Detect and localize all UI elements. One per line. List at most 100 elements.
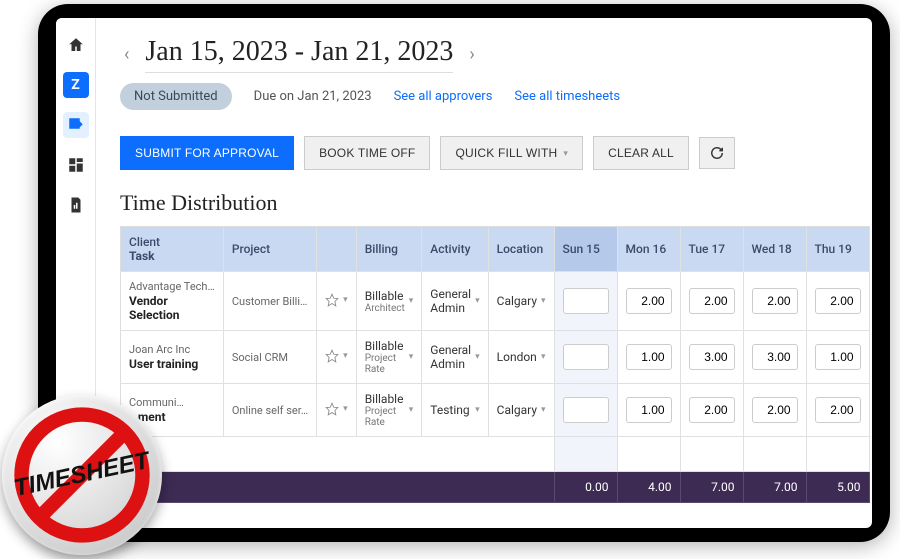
add-row-label: w xyxy=(121,437,555,472)
col-project[interactable]: Project xyxy=(223,227,316,272)
billing-dropdown[interactable]: Billable Project Rate ▾ xyxy=(365,339,414,375)
col-thu[interactable]: Thu 19 xyxy=(806,227,869,272)
total-wed: 7.00 xyxy=(743,472,806,503)
location-dropdown[interactable]: Calgary ▾ xyxy=(497,294,546,308)
hours-input-sun[interactable] xyxy=(563,344,609,370)
location-label: Calgary xyxy=(497,294,537,308)
col-sun[interactable]: Sun 15 xyxy=(554,227,617,272)
task-name: User training xyxy=(129,357,215,371)
activity-label: General Admin xyxy=(430,287,471,315)
hours-input-wed[interactable] xyxy=(752,288,798,314)
project-cell[interactable]: Customer Billi… xyxy=(223,272,316,331)
hours-input-mon[interactable] xyxy=(626,397,672,423)
client-task-cell[interactable]: Advantage Tech… Vendor Selection xyxy=(121,272,224,331)
total-thu: 5.00 xyxy=(806,472,869,503)
quick-fill-label: QUICK FILL WITH xyxy=(455,146,557,160)
activity-label: Testing xyxy=(430,403,469,417)
screen: Z ‹ Jan 15, 2023 - Jan 21, 2023 › Not Su… xyxy=(56,18,872,528)
project-cell[interactable]: Social CRM xyxy=(223,331,316,384)
chevron-down-icon: ▾ xyxy=(343,404,348,414)
col-client-label: Client xyxy=(129,235,215,249)
hours-input-wed[interactable] xyxy=(752,344,798,370)
hours-input-sun[interactable] xyxy=(563,397,609,423)
submit-button[interactable]: SUBMIT FOR APPROVAL xyxy=(120,136,294,170)
total-sun: 0.00 xyxy=(554,472,617,503)
book-time-off-button[interactable]: BOOK TIME OFF xyxy=(304,136,430,170)
time-grid: Client Task Project Billing Activity Loc… xyxy=(120,226,870,503)
star-icon xyxy=(325,293,339,307)
refresh-icon xyxy=(710,146,724,160)
favorite-toggle[interactable]: ▾ xyxy=(325,293,348,307)
col-star xyxy=(317,227,357,272)
col-wed[interactable]: Wed 18 xyxy=(743,227,806,272)
col-activity[interactable]: Activity xyxy=(422,227,488,272)
chevron-down-icon: ▾ xyxy=(343,351,348,361)
add-row-link[interactable]: w xyxy=(121,437,870,472)
hours-input-sun[interactable] xyxy=(563,288,609,314)
report-icon[interactable] xyxy=(63,192,89,218)
project-cell[interactable]: Online self ser… xyxy=(223,384,316,437)
client-name: Joan Arc Inc xyxy=(129,343,215,356)
task-name: Vendor Selection xyxy=(129,294,215,322)
col-billing[interactable]: Billing xyxy=(356,227,422,272)
next-week-button[interactable]: › xyxy=(465,40,478,69)
col-mon[interactable]: Mon 16 xyxy=(617,227,680,272)
hours-input-tue[interactable] xyxy=(689,288,735,314)
table-row: Joan Arc Inc User training Social CRM ▾ … xyxy=(121,331,870,384)
col-client-task[interactable]: Client Task xyxy=(121,227,224,272)
favorite-toggle[interactable]: ▾ xyxy=(325,349,348,363)
billing-dropdown[interactable]: Billable Architect ▾ xyxy=(365,289,414,314)
billing-sublabel: Project Rate xyxy=(365,406,405,428)
location-dropdown[interactable]: Calgary ▾ xyxy=(497,403,546,417)
see-approvers-link[interactable]: See all approvers xyxy=(394,89,493,104)
chevron-down-icon: ▾ xyxy=(541,405,546,415)
chevron-down-icon: ▾ xyxy=(541,296,546,306)
header-row: Client Task Project Billing Activity Loc… xyxy=(121,227,870,272)
location-label: London xyxy=(497,350,537,364)
timesheet-icon[interactable] xyxy=(63,112,89,138)
home-icon[interactable] xyxy=(63,32,89,58)
activity-dropdown[interactable]: Testing ▾ xyxy=(430,403,479,417)
activity-dropdown[interactable]: General Admin ▾ xyxy=(430,287,479,315)
tablet-frame: Z ‹ Jan 15, 2023 - Jan 21, 2023 › Not Su… xyxy=(38,4,890,542)
chevron-down-icon: ▾ xyxy=(409,405,414,415)
hours-input-tue[interactable] xyxy=(689,397,735,423)
prev-week-button[interactable]: ‹ xyxy=(120,40,133,69)
col-tue[interactable]: Tue 17 xyxy=(680,227,743,272)
hours-input-thu[interactable] xyxy=(815,288,861,314)
client-name: Advantage Tech… xyxy=(129,280,215,293)
total-tue: 7.00 xyxy=(680,472,743,503)
hours-input-tue[interactable] xyxy=(689,344,735,370)
star-icon xyxy=(325,402,339,416)
total-mon: 4.00 xyxy=(617,472,680,503)
no-timesheet-badge: TIMESHEET xyxy=(2,395,162,555)
app-logo[interactable]: Z xyxy=(63,72,89,98)
status-row: Not Submitted Due on Jan 21, 2023 See al… xyxy=(120,83,848,110)
hours-input-mon[interactable] xyxy=(626,344,672,370)
totals-row: ours 0.00 4.00 7.00 7.00 5.00 xyxy=(121,472,870,503)
billing-sublabel: Project Rate xyxy=(365,353,405,375)
date-range-title: Jan 15, 2023 - Jan 21, 2023 xyxy=(145,36,453,73)
favorite-toggle[interactable]: ▾ xyxy=(325,402,348,416)
chevron-down-icon: ▾ xyxy=(475,296,480,306)
hours-input-mon[interactable] xyxy=(626,288,672,314)
see-timesheets-link[interactable]: See all timesheets xyxy=(514,89,620,104)
clear-all-button[interactable]: CLEAR ALL xyxy=(593,136,689,170)
billing-label: Billable xyxy=(365,289,404,303)
hours-input-thu[interactable] xyxy=(815,344,861,370)
hours-input-thu[interactable] xyxy=(815,397,861,423)
refresh-button[interactable] xyxy=(699,137,735,169)
billing-dropdown[interactable]: Billable Project Rate ▾ xyxy=(365,392,414,428)
client-task-cell[interactable]: Joan Arc Inc User training xyxy=(121,331,224,384)
due-date: Due on Jan 21, 2023 xyxy=(254,89,372,104)
main-content: ‹ Jan 15, 2023 - Jan 21, 2023 › Not Subm… xyxy=(96,18,872,528)
dashboard-icon[interactable] xyxy=(63,152,89,178)
col-location[interactable]: Location xyxy=(488,227,554,272)
activity-dropdown[interactable]: General Admin ▾ xyxy=(430,343,479,371)
col-task-label: Task xyxy=(129,249,215,263)
quick-fill-button[interactable]: QUICK FILL WITH ▾ xyxy=(440,136,583,170)
chevron-down-icon: ▾ xyxy=(563,148,568,159)
location-dropdown[interactable]: London ▾ xyxy=(497,350,546,364)
hours-input-wed[interactable] xyxy=(752,397,798,423)
billing-label: Billable xyxy=(365,339,404,353)
